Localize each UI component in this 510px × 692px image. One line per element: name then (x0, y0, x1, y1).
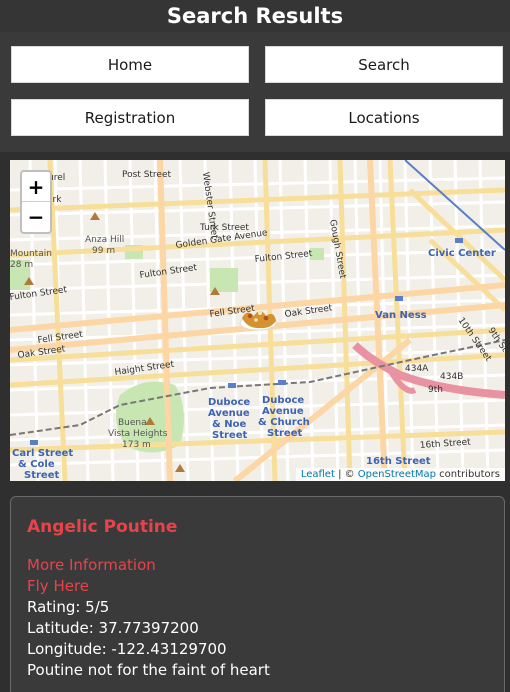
svg-text:Duboce: Duboce (208, 397, 250, 408)
svg-text:Street: Street (267, 428, 302, 439)
map-attribution: Leaflet | © OpenStreetMap contributors (295, 468, 505, 481)
svg-text:434A: 434A (405, 364, 429, 374)
openstreetmap-link[interactable]: OpenStreetMap (358, 469, 436, 480)
svg-text:173 m: 173 m (122, 440, 151, 450)
result-description: Poutine not for the faint of heart (27, 661, 270, 679)
svg-text:16th Street: 16th Street (366, 456, 431, 467)
fly-here-link[interactable]: Fly Here (27, 576, 488, 597)
zoom-out-button[interactable]: − (22, 202, 50, 232)
svg-text:Anza Hill: Anza Hill (85, 235, 124, 245)
svg-text:Mountain: Mountain (10, 249, 52, 259)
result-rating: Rating: 5/5 (27, 598, 110, 616)
zoom-in-button[interactable]: + (22, 172, 50, 202)
svg-text:Duboce: Duboce (262, 395, 304, 406)
map-container: Post Street Webster Street Turk Street G… (0, 152, 510, 486)
result-latitude: Latitude: 37.77397200 (27, 619, 199, 637)
svg-text:Civic Center: Civic Center (428, 248, 496, 259)
page-title: Search Results (166, 4, 344, 28)
attribution-suffix: contributors (436, 469, 500, 480)
attribution-separator: | © (334, 469, 358, 480)
nav-home-button[interactable]: Home (11, 46, 249, 83)
svg-text:Post Street: Post Street (122, 170, 172, 180)
svg-text:28 m: 28 m (10, 260, 33, 270)
zoom-control: + − (20, 170, 52, 234)
nav-search-button[interactable]: Search (265, 46, 503, 83)
nav-locations-button[interactable]: Locations (265, 99, 503, 136)
nav-bar: Home Search Registration Locations (0, 32, 510, 152)
map-tiles: Post Street Webster Street Turk Street G… (10, 160, 505, 481)
svg-text:& Cole: & Cole (18, 459, 55, 470)
svg-text:99 m: 99 m (92, 246, 115, 256)
result-card: Angelic Poutine More Information Fly Her… (10, 496, 505, 692)
svg-text:Street: Street (212, 430, 247, 441)
map-view[interactable]: Post Street Webster Street Turk Street G… (10, 160, 505, 481)
svg-text:Carl Street: Carl Street (12, 448, 73, 459)
svg-text:Buena: Buena (118, 418, 147, 428)
svg-text:9th: 9th (428, 385, 443, 395)
result-longitude: Longitude: -122.43129700 (27, 640, 227, 658)
nav-registration-button[interactable]: Registration (11, 99, 249, 136)
svg-text:& Noe: & Noe (212, 419, 246, 430)
page-header: Search Results (0, 0, 510, 32)
more-information-link[interactable]: More Information (27, 555, 488, 576)
svg-text:Vista Heights: Vista Heights (108, 429, 168, 439)
svg-text:Avenue: Avenue (208, 408, 250, 419)
result-name: Angelic Poutine (27, 517, 178, 537)
leaflet-link[interactable]: Leaflet (301, 469, 335, 480)
svg-text:434B: 434B (440, 372, 463, 382)
svg-text:Avenue: Avenue (262, 406, 304, 417)
svg-text:& Church: & Church (258, 417, 310, 428)
svg-text:Van Ness: Van Ness (375, 310, 427, 321)
svg-text:Street: Street (24, 470, 59, 481)
